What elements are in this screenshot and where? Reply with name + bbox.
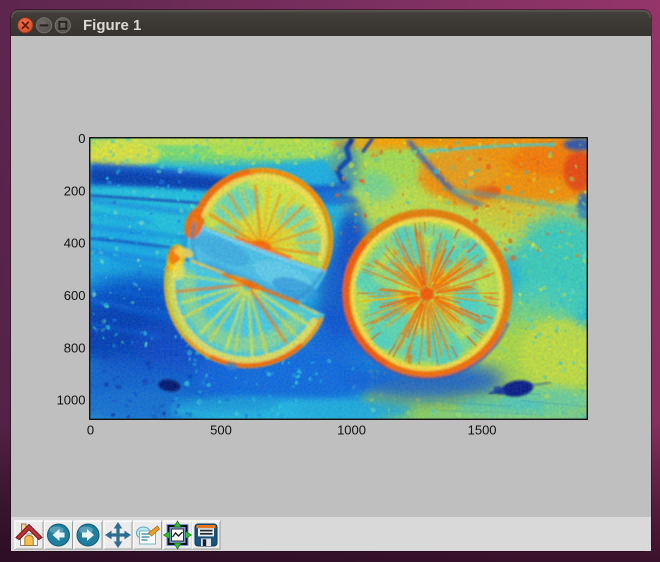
svg-text:0: 0 [87,423,94,438]
svg-text:500: 500 [210,423,232,438]
svg-text:1000: 1000 [337,423,366,438]
svg-text:Figure 1: Figure 1 [83,17,141,34]
svg-text:600: 600 [64,288,86,303]
svg-text:0: 0 [78,131,85,146]
svg-text:200: 200 [64,183,86,198]
svg-text:400: 400 [64,236,86,251]
svg-text:800: 800 [64,340,86,355]
svg-text:1000: 1000 [57,393,86,408]
svg-text:1500: 1500 [468,423,497,438]
